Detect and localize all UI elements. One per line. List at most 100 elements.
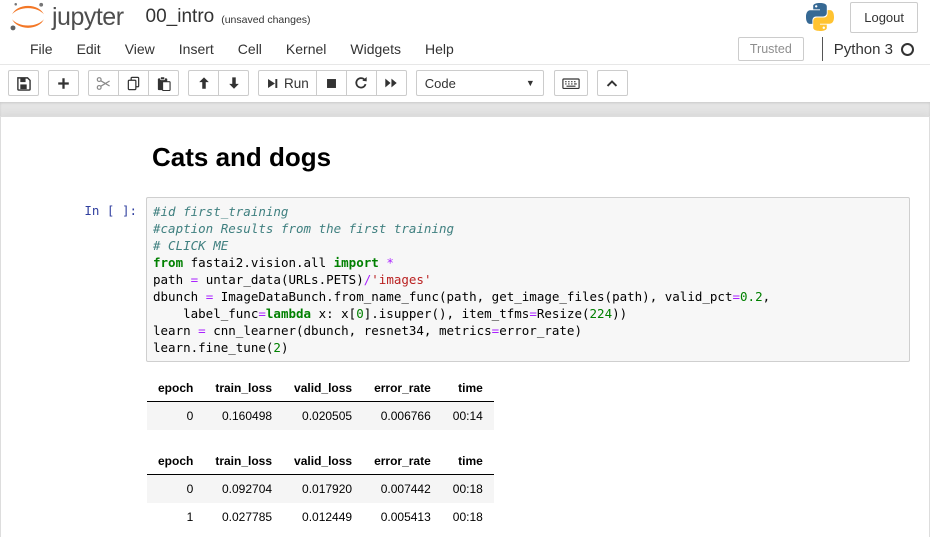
trusted-button[interactable]: Trusted — [738, 37, 804, 61]
menu-item-kernel[interactable]: Kernel — [274, 34, 338, 64]
cut-icon — [96, 76, 111, 91]
code-line: label_func=lambda x: x[0].isupper(), ite… — [153, 305, 903, 322]
notebook-container: Cats and dogs In [ ]: #id first_training… — [0, 116, 930, 537]
move-up-icon — [197, 76, 211, 90]
table-cell: 0.092704 — [204, 474, 283, 503]
table-header-error_rate: error_rate — [363, 449, 442, 475]
kernel-name: Python 3 — [834, 41, 893, 58]
notebook-title[interactable]: 00_intro — [146, 6, 215, 28]
table-row: 00.0927040.0179200.00744200:18 — [147, 474, 494, 503]
keyboard-icon — [562, 76, 580, 91]
logout-button[interactable]: Logout — [850, 2, 918, 33]
code-input-area[interactable]: #id first_training#caption Results from … — [146, 197, 910, 362]
menu-item-view[interactable]: View — [113, 34, 167, 64]
python-logo-icon — [804, 1, 836, 33]
menu-item-cell[interactable]: Cell — [226, 34, 274, 64]
table-header-epoch: epoch — [147, 376, 204, 402]
table-header-time: time — [442, 376, 494, 402]
table-cell: 00:18 — [442, 503, 494, 531]
menu-item-file[interactable]: File — [18, 34, 65, 64]
kernel-separator — [822, 37, 823, 61]
code-line: #caption Results from the first training — [153, 220, 903, 237]
table-cell: 0.017920 — [283, 474, 363, 503]
table-row: 00.1604980.0205050.00676600:14 — [147, 401, 494, 430]
table-cell: 1 — [147, 503, 204, 531]
output-area: epochtrain_lossvalid_losserror_ratetime0… — [147, 376, 909, 531]
input-prompt: In [ ]: — [1, 197, 146, 362]
table-cell: 0.027785 — [204, 503, 283, 531]
code-line: learn.fine_tune(2) — [153, 339, 903, 356]
run-icon — [266, 77, 279, 90]
paste-icon — [156, 76, 171, 91]
menubar-right: Trusted Python 3 — [738, 37, 918, 61]
training-results-table: epochtrain_lossvalid_losserror_ratetime0… — [147, 376, 494, 430]
table-cell: 0.006766 — [363, 401, 442, 430]
logo-wordmark: jupyter — [52, 3, 124, 32]
table-header-error_rate: error_rate — [363, 376, 442, 402]
kernel-idle-icon — [901, 43, 914, 56]
header-bar: jupyter 00_intro (unsaved changes) Logou… — [0, 0, 930, 34]
paste-cell-button[interactable] — [148, 70, 179, 96]
caret-down-icon: ▼ — [526, 78, 535, 88]
table-header-epoch: epoch — [147, 449, 204, 475]
command-palette-button[interactable] — [554, 70, 588, 96]
jupyter-logo[interactable]: jupyter — [8, 0, 124, 34]
move-down-icon — [227, 76, 241, 90]
table-cell: 0.020505 — [283, 401, 363, 430]
stop-icon — [325, 77, 338, 90]
jupyter-planet-icon — [8, 0, 48, 34]
table-cell: 0.005413 — [363, 503, 442, 531]
copy-cell-button[interactable] — [118, 70, 149, 96]
interrupt-kernel-button[interactable] — [316, 70, 347, 96]
toolbar: Run Code ▼ — [0, 65, 930, 102]
restart-icon — [354, 76, 368, 90]
checkpoint-status: (unsaved changes) — [221, 8, 310, 26]
table-cell: 0 — [147, 474, 204, 503]
code-line: path = untar_data(URLs.PETS)/'images' — [153, 271, 903, 288]
table-header-valid_loss: valid_loss — [283, 376, 363, 402]
save-icon — [16, 76, 31, 91]
plus-icon — [57, 77, 70, 90]
table-header-train_loss: train_loss — [204, 449, 283, 475]
notebook-heading: Cats and dogs — [152, 143, 909, 172]
code-line: from fastai2.vision.all import * — [153, 254, 903, 271]
run-cell-button[interactable]: Run — [258, 70, 317, 96]
table-cell: 0.012449 — [283, 503, 363, 531]
table-cell: 0 — [147, 401, 204, 430]
site-background: Cats and dogs In [ ]: #id first_training… — [0, 102, 930, 537]
menubar: FileEditViewInsertCellKernelWidgetsHelp … — [0, 34, 930, 65]
code-editor: #id first_training#caption Results from … — [153, 203, 903, 356]
insert-cell-below-button[interactable] — [48, 70, 79, 96]
copy-icon — [126, 76, 141, 91]
restart-run-all-button[interactable] — [376, 70, 407, 96]
menu-items: FileEditViewInsertCellKernelWidgetsHelp — [18, 34, 466, 64]
restart-kernel-button[interactable] — [346, 70, 377, 96]
table-row: 10.0277850.0124490.00541300:18 — [147, 503, 494, 531]
table-header-time: time — [442, 449, 494, 475]
move-cell-down-button[interactable] — [218, 70, 249, 96]
menu-item-widgets[interactable]: Widgets — [338, 34, 413, 64]
chevron-up-icon — [605, 77, 619, 90]
menu-item-edit[interactable]: Edit — [65, 34, 113, 64]
code-line: dbunch = ImageDataBunch.from_name_func(p… — [153, 288, 903, 305]
save-button[interactable] — [8, 70, 39, 96]
table-cell: 00:14 — [442, 401, 494, 430]
cut-cell-button[interactable] — [88, 70, 119, 96]
run-label: Run — [284, 76, 309, 91]
code-cell: In [ ]: #id first_training#caption Resul… — [1, 197, 929, 362]
menu-item-help[interactable]: Help — [413, 34, 466, 64]
celltype-value: Code — [425, 76, 456, 91]
move-cell-up-button[interactable] — [188, 70, 219, 96]
table-cell: 0.007442 — [363, 474, 442, 503]
markdown-cell[interactable]: Cats and dogs — [1, 131, 929, 172]
celltype-select[interactable]: Code ▼ — [416, 70, 544, 96]
training-results-table: epochtrain_lossvalid_losserror_ratetime0… — [147, 449, 494, 531]
table-cell: 00:18 — [442, 474, 494, 503]
table-header-valid_loss: valid_loss — [283, 449, 363, 475]
fast-forward-icon — [384, 76, 398, 90]
code-line: # CLICK ME — [153, 237, 903, 254]
toggle-header-button[interactable] — [597, 70, 628, 96]
code-line: #id first_training — [153, 203, 903, 220]
menu-item-insert[interactable]: Insert — [167, 34, 226, 64]
table-cell: 0.160498 — [204, 401, 283, 430]
